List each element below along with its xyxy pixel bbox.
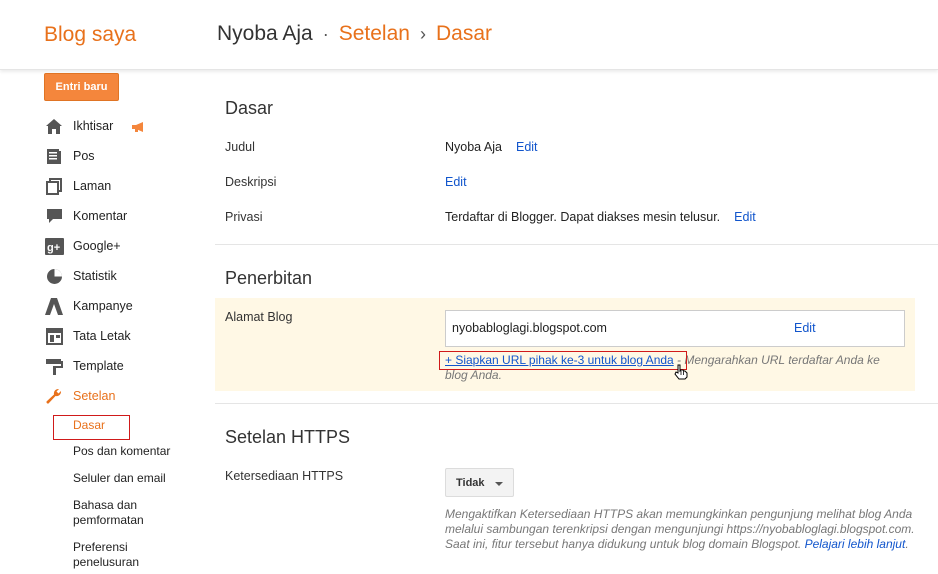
section-title-publishing: Penerbitan <box>225 268 313 288</box>
privacy-edit-link[interactable]: Edit <box>734 210 756 224</box>
settings-content: Dasar Judul Nyoba Aja Edit Deskripsi Edit… <box>215 70 938 574</box>
sidebar-item-label: Setelan <box>73 389 116 403</box>
sidebar-item-label: Tata Letak <box>73 329 131 343</box>
privacy-value-row: Terdaftar di Blogger. Dapat diakses mesi… <box>445 210 756 224</box>
settings-sub-posts-comments[interactable]: Pos dan komentar <box>73 444 170 459</box>
sidebar-item-label: Statistik <box>73 269 117 283</box>
title-edit-link[interactable]: Edit <box>516 140 538 154</box>
breadcrumb-blog-name[interactable]: Nyoba Aja <box>217 22 313 46</box>
wrench-icon <box>44 387 64 405</box>
sidebar-item-layout[interactable]: Tata Letak <box>44 325 131 347</box>
hand-cursor-icon <box>674 364 688 380</box>
sidebar-item-posts[interactable]: Pos <box>44 145 95 167</box>
template-icon <box>44 357 64 375</box>
section-title-basic: Dasar <box>225 98 274 118</box>
privacy-label: Privasi <box>225 210 263 224</box>
new-post-button[interactable]: Entri baru <box>44 73 119 101</box>
sidebar-item-label: Komentar <box>73 209 128 223</box>
sidebar-item-label: Google+ <box>73 239 121 253</box>
settings-sub-language[interactable]: Bahasa dan pemformatan <box>73 498 173 528</box>
svg-text:g+: g+ <box>47 242 60 254</box>
breadcrumb: Nyoba Aja · Setelan › Dasar <box>217 22 492 46</box>
layout-icon <box>44 327 64 345</box>
sidebar-item-google-plus[interactable]: g+ Google+ <box>44 235 121 257</box>
https-availability-dropdown[interactable]: Tidak <box>445 468 514 497</box>
posts-icon <box>44 147 64 165</box>
section-title-https: Setelan HTTPS <box>225 427 351 447</box>
stats-icon <box>44 267 64 285</box>
breadcrumb-settings[interactable]: Setelan <box>339 22 410 46</box>
pages-icon <box>44 177 64 195</box>
privacy-value: Terdaftar di Blogger. Dapat diakses mesi… <box>445 210 721 224</box>
sidebar-item-label: Ikhtisar <box>73 119 114 133</box>
https-availability-value: Tidak <box>456 476 485 489</box>
sidebar-item-pages[interactable]: Laman <box>44 175 111 197</box>
description-edit-link[interactable]: Edit <box>445 175 467 189</box>
https-description-end: . <box>905 537 909 551</box>
section-divider <box>215 403 938 404</box>
sidebar-item-campaigns[interactable]: Kampanye <box>44 295 133 317</box>
settings-sub-mobile-email[interactable]: Seluler dan email <box>73 471 166 486</box>
sidebar-item-template[interactable]: Template <box>44 355 124 377</box>
description-value-row: Edit <box>445 175 467 189</box>
chevron-down-icon <box>495 482 503 486</box>
title-label: Judul <box>225 140 255 154</box>
home-icon <box>44 117 64 135</box>
settings-sub-search[interactable]: Preferensi penelusuran <box>73 540 173 570</box>
annotation-box <box>439 351 687 370</box>
comment-icon <box>44 207 64 225</box>
sidebar-item-overview[interactable]: Ikhtisar <box>44 115 147 137</box>
google-plus-icon: g+ <box>44 237 64 255</box>
settings-sub-basic[interactable]: Dasar <box>73 418 105 433</box>
sidebar-item-label: Kampanye <box>73 299 133 313</box>
brand-title[interactable]: Blog saya <box>44 23 136 47</box>
megaphone-icon <box>131 121 147 132</box>
title-value: Nyoba Aja <box>445 140 502 154</box>
title-value-row: Nyoba Aja Edit <box>445 140 538 154</box>
blog-address-edit-link[interactable]: Edit <box>794 321 816 335</box>
sidebar-item-settings[interactable]: Setelan <box>44 385 115 407</box>
sidebar-item-comments[interactable]: Komentar <box>44 205 127 227</box>
learn-more-link[interactable]: Pelajari lebih lanjut <box>805 537 906 551</box>
section-divider <box>215 244 938 245</box>
campaign-icon <box>44 297 64 315</box>
sidebar-item-stats[interactable]: Statistik <box>44 265 117 287</box>
sidebar-item-label: Laman <box>73 179 112 193</box>
header-bar: Blog saya Nyoba Aja · Setelan › Dasar <box>0 0 938 70</box>
description-label: Deskripsi <box>225 175 277 189</box>
blog-address-field: nyobabloglagi.blogspot.com Edit <box>445 310 905 347</box>
sidebar-item-label: Pos <box>73 149 95 163</box>
https-description: Mengaktifkan Ketersediaan HTTPS akan mem… <box>445 507 915 552</box>
breadcrumb-basic: Dasar <box>435 22 492 45</box>
breadcrumb-separator: · <box>322 23 329 44</box>
blog-address-label: Alamat Blog <box>225 310 293 324</box>
sidebar-item-label: Template <box>73 359 124 373</box>
blog-address-value: nyobabloglagi.blogspot.com <box>452 321 607 335</box>
sidebar: Entri baru Ikhtisar Pos Laman Komentar g… <box>0 70 200 574</box>
https-availability-label: Ketersediaan HTTPS <box>225 469 344 483</box>
breadcrumb-separator: › <box>419 23 426 44</box>
